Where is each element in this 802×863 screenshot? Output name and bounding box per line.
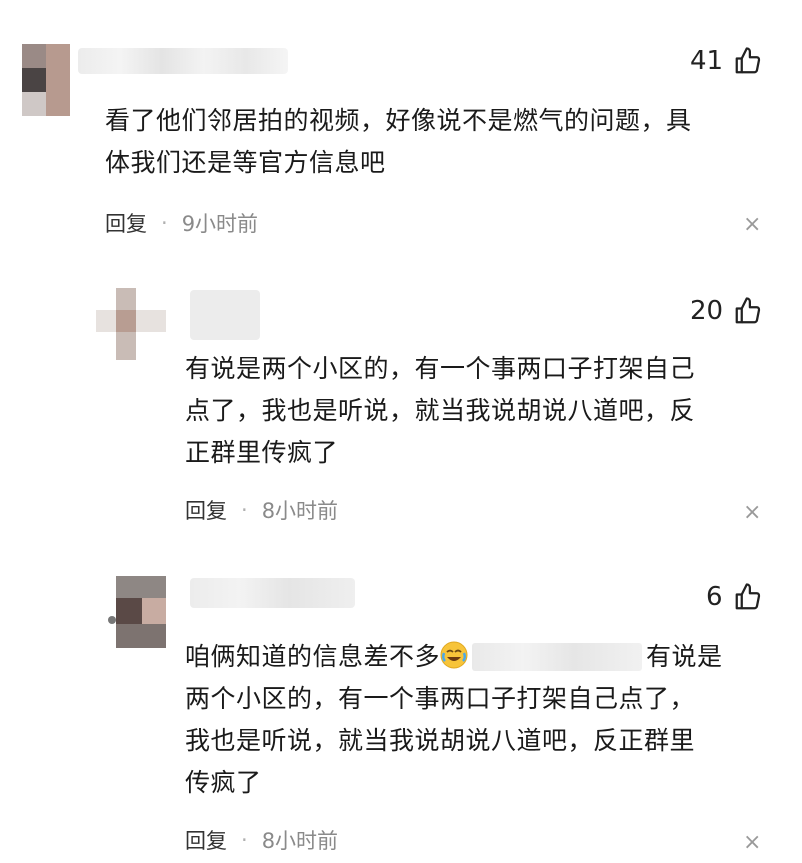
comment-meta: 回复 · 8小时前 (185, 825, 338, 855)
comment-meta: 回复 · 9小时前 (105, 208, 258, 238)
avatar[interactable] (96, 288, 166, 360)
thumbs-up-icon (735, 583, 760, 610)
comment-text: 咱俩知道的信息差不多 有说是 两个小区的，有一个事两口子打架自己点了， 我也是听… (185, 636, 775, 804)
comment-3: 6 咱俩知道的信息差不多 有说是 两个小区的，有一个事两口子打架自己点了， 我也… (0, 560, 802, 863)
mention-blurred[interactable] (472, 643, 643, 671)
like-count: 20 (690, 296, 724, 326)
comment-text-line: 我也是听说，就当我说胡说八道吧，反正群里 (185, 726, 696, 755)
comment-text-line: 传疯了 (185, 768, 262, 797)
close-icon[interactable]: × (743, 212, 761, 237)
avatar[interactable] (22, 44, 70, 116)
reply-button[interactable]: 回复 (185, 495, 227, 525)
like-button[interactable]: 41 (690, 46, 763, 76)
username-blurred[interactable] (78, 48, 288, 74)
comment-2: 20 有说是两个小区的，有一个事两口子打架自己 点了，我也是听说，就当我说胡说八… (0, 270, 802, 550)
meta-separator: · (241, 498, 248, 522)
close-icon[interactable]: × (743, 830, 761, 855)
comment-text-line: 点了，我也是听说，就当我说胡说八道吧，反 (185, 396, 696, 425)
comment-1: 41 看了他们邻居拍的视频，好像说不是燃气的问题，具 体我们还是等官方信息吧 回… (0, 0, 802, 260)
comment-text-line: 体我们还是等官方信息吧 (105, 148, 386, 177)
close-icon[interactable]: × (743, 500, 761, 525)
timestamp: 9小时前 (181, 212, 259, 236)
comment-text-line: 两个小区的，有一个事两口子打架自己点了， (185, 684, 696, 713)
username-blurred[interactable] (190, 290, 260, 340)
like-count: 6 (706, 582, 723, 612)
comment-text-segment: 咱俩知道的信息差不多 (185, 642, 441, 671)
thumbs-up-icon (735, 47, 761, 74)
meta-separator: · (241, 828, 248, 852)
comment-text-line: 有说是两个小区的，有一个事两口子打架自己 (185, 354, 696, 383)
avatar[interactable] (108, 576, 166, 648)
comment-text-segment: 有说是 (646, 642, 723, 671)
comment-text-line: 正群里传疯了 (185, 438, 339, 467)
comment-text: 看了他们邻居拍的视频，好像说不是燃气的问题，具 体我们还是等官方信息吧 (105, 100, 765, 184)
reply-button[interactable]: 回复 (105, 208, 147, 238)
reply-button[interactable]: 回复 (185, 825, 227, 855)
meta-separator: · (161, 211, 168, 235)
comment-meta: 回复 · 8小时前 (185, 495, 338, 525)
crying-laughing-emoji-icon (440, 641, 468, 669)
comment-text: 有说是两个小区的，有一个事两口子打架自己 点了，我也是听说，就当我说胡说八道吧，… (185, 348, 765, 474)
thumbs-up-icon (735, 297, 761, 324)
like-button[interactable]: 20 (690, 296, 763, 326)
like-count: 41 (690, 46, 724, 76)
comment-text-line: 咱俩知道的信息差不多 有说是 (185, 636, 775, 678)
like-button[interactable]: 6 (706, 582, 763, 612)
timestamp: 8小时前 (261, 829, 339, 853)
comment-text-line: 看了他们邻居拍的视频，好像说不是燃气的问题，具 (105, 106, 692, 135)
username-blurred[interactable] (190, 578, 355, 608)
timestamp: 8小时前 (261, 499, 339, 523)
